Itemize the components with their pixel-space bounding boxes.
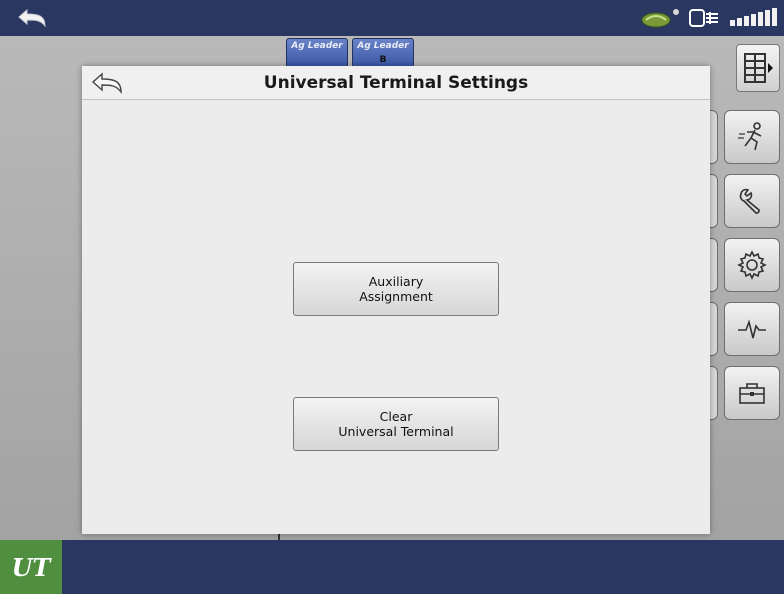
display-connection-icon[interactable] [688,6,722,30]
bottom-bar: UT [0,540,784,594]
tools-button[interactable] [724,366,780,420]
settings-button[interactable] [724,238,780,292]
screen: Ag Leader Ag Leader B UT Universal Termi… [0,0,784,594]
layout-button[interactable] [736,44,780,92]
sidebar-stub [710,302,718,356]
toolbox-icon [739,383,765,404]
dialog-title: Universal Terminal Settings [263,73,529,93]
back-button[interactable] [6,3,60,33]
button-label-line2: Assignment [359,289,433,304]
module-brand: Ag Leader [291,41,343,51]
module-tab-2[interactable]: Ag Leader B [352,38,414,68]
back-arrow-icon [18,8,46,28]
ut-label: UT [11,552,51,582]
clear-universal-terminal-button[interactable]: Clear Universal Terminal [293,397,499,451]
back-arrow-icon [91,72,122,95]
module-sub: B [379,55,387,65]
universal-terminal-button[interactable]: UT [0,540,62,594]
right-sidebar [710,100,784,436]
wrench-icon [739,188,760,214]
setup-button[interactable] [724,174,780,228]
diagnostics-button[interactable] [724,302,780,356]
operator-run-icon [738,122,762,151]
gear-icon [737,250,767,280]
dialog-header: Universal Terminal Settings [82,66,710,100]
sidebar-stub [710,110,718,164]
top-bar [0,0,784,36]
status-icons [638,3,780,33]
sidebar-stub [710,366,718,420]
button-label-line1: Clear [379,409,413,424]
auxiliary-assignment-button[interactable]: Auxiliary Assignment [293,262,499,316]
signal-strength-icon[interactable] [728,6,780,30]
sidebar-stub [710,174,718,228]
button-label-line2: Universal Terminal [338,424,454,439]
operator-button[interactable] [724,110,780,164]
settings-dialog: Universal Terminal Settings Auxiliary As… [82,66,710,534]
grid-layout-icon [744,53,773,83]
module-brand: Ag Leader [357,41,409,51]
sidebar-stub [710,238,718,292]
dialog-body: Auxiliary Assignment Clear Universal Ter… [82,101,710,534]
dialog-back-button[interactable] [86,68,130,98]
gps-satellite-icon[interactable] [638,6,682,30]
module-tab-1[interactable]: Ag Leader [286,38,348,68]
diagnostics-pulse-icon [738,319,766,339]
button-label-line1: Auxiliary [368,274,424,289]
